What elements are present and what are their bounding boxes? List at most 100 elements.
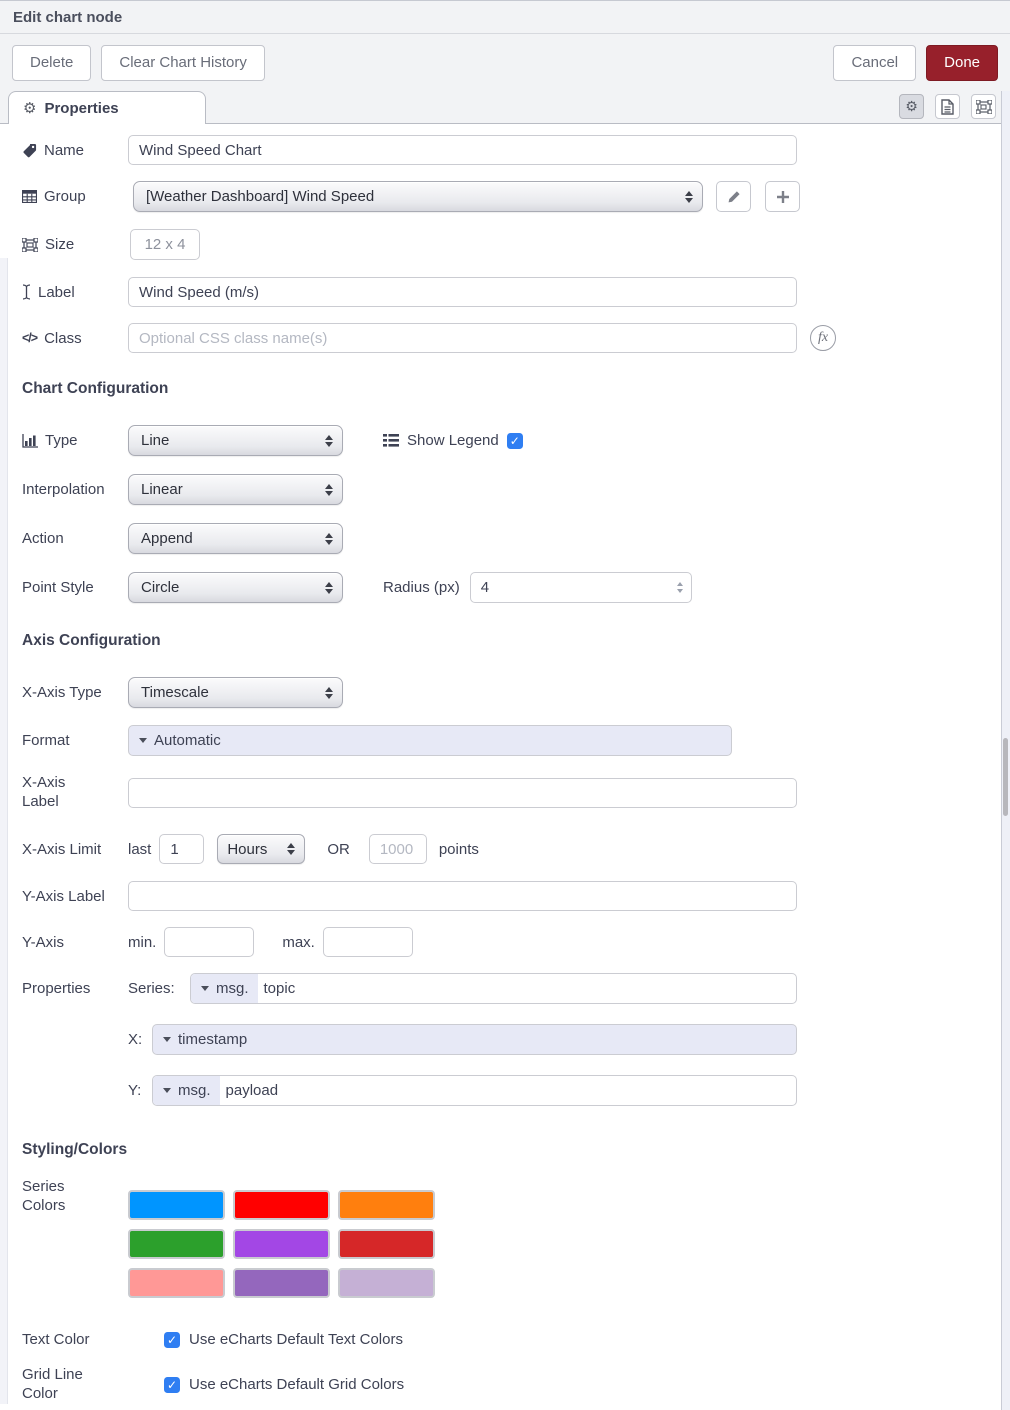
color-swatch-6[interactable] xyxy=(338,1229,435,1259)
type-label: Type xyxy=(45,432,78,449)
y-prop-value: payload xyxy=(220,1082,287,1099)
x-axis-type-label: X-Axis Type xyxy=(22,684,102,701)
tab-properties[interactable]: ⚙ Properties xyxy=(8,91,206,124)
limit-unit-select[interactable]: Hours xyxy=(217,834,305,864)
code-icon: </> xyxy=(22,331,37,345)
group-select-value: [Weather Dashboard] Wind Speed xyxy=(146,188,374,205)
tab-properties-label: Properties xyxy=(44,100,118,117)
radius-input-wrap xyxy=(470,572,692,603)
properties-panel: Name Group [Weather Dashboard] Wind Spee… xyxy=(0,135,1010,1404)
y-axis-label-group: Y-Axis xyxy=(22,934,128,951)
action-select[interactable]: Append xyxy=(128,523,343,554)
type-select[interactable]: Line xyxy=(128,425,343,456)
y-axis-label: Y-Axis xyxy=(22,934,64,951)
interpolation-select-value: Linear xyxy=(141,481,183,498)
grid-color-checkbox[interactable]: ✓ xyxy=(164,1377,180,1393)
size-label: Size xyxy=(45,236,74,253)
y-axis-min-input[interactable] xyxy=(164,927,254,957)
chevron-down-icon xyxy=(163,1088,171,1093)
action-label: Action xyxy=(22,530,64,547)
chevron-down-icon xyxy=(201,986,209,991)
color-swatch-1[interactable] xyxy=(128,1190,225,1220)
chart-config-heading: Chart Configuration xyxy=(22,380,1010,398)
interpolation-select[interactable]: Linear xyxy=(128,474,343,505)
y-axis-label-input[interactable] xyxy=(128,881,797,911)
color-swatch-7[interactable] xyxy=(128,1268,225,1298)
series-colors-label: Series Colors xyxy=(22,1178,82,1216)
y-axis-max-input[interactable] xyxy=(323,927,413,957)
x-axis-label-label-group: X-Axis Label xyxy=(22,774,128,812)
y-typed-prefix[interactable]: msg. xyxy=(153,1076,220,1105)
series-typed-input[interactable]: msg. topic xyxy=(190,973,797,1004)
series-properties-label-group: Properties xyxy=(22,980,128,997)
type-select-value: Line xyxy=(141,432,169,449)
node-settings-button[interactable]: ⚙ xyxy=(899,94,924,119)
done-button[interactable]: Done xyxy=(926,45,998,81)
points-label: points xyxy=(439,841,479,858)
show-legend-checkbox[interactable]: ✓ xyxy=(507,433,523,449)
clear-chart-history-button[interactable]: Clear Chart History xyxy=(101,45,265,81)
node-appearance-button[interactable] xyxy=(971,94,996,119)
color-swatch-5[interactable] xyxy=(233,1229,330,1259)
class-input[interactable] xyxy=(128,323,797,353)
select-arrows-icon xyxy=(325,484,333,496)
x-axis-limit-label: X-Axis Limit xyxy=(22,841,101,858)
select-arrows-icon xyxy=(287,843,295,855)
chevron-down-icon xyxy=(139,738,147,743)
scrollbar-thumb[interactable] xyxy=(1003,738,1008,816)
left-gutter xyxy=(0,258,8,1404)
radius-input[interactable] xyxy=(481,579,677,596)
tag-icon xyxy=(22,143,37,158)
x-axis-type-select[interactable]: Timescale xyxy=(128,677,343,708)
format-label: Format xyxy=(22,732,70,749)
cancel-button[interactable]: Cancel xyxy=(833,45,916,81)
vertical-scrollbar[interactable] xyxy=(1001,91,1010,1410)
spinner-icon[interactable] xyxy=(677,582,683,593)
gear-icon: ⚙ xyxy=(905,98,918,115)
tab-bar: ⚙ Properties ⚙ xyxy=(0,91,1010,124)
limit-points-input[interactable] xyxy=(369,834,427,864)
color-swatch-4[interactable] xyxy=(128,1229,225,1259)
y-axis-label-label-group: Y-Axis Label xyxy=(22,888,128,905)
delete-button[interactable]: Delete xyxy=(12,45,91,81)
edit-group-button[interactable] xyxy=(716,181,751,212)
y-typed-input[interactable]: msg. payload xyxy=(152,1075,797,1106)
grid-color-checkbox-label: Use eCharts Default Grid Colors xyxy=(189,1376,404,1393)
x-axis-label-input[interactable] xyxy=(128,778,797,808)
gear-icon: ⚙ xyxy=(23,101,36,116)
series-prefix-label: msg. xyxy=(216,980,249,997)
grid-color-label: Grid Line Color xyxy=(22,1366,92,1404)
point-style-label-group: Point Style xyxy=(22,579,128,596)
color-swatch-3[interactable] xyxy=(338,1190,435,1220)
label-input[interactable] xyxy=(128,277,797,307)
add-group-button[interactable] xyxy=(765,181,800,212)
point-style-label: Point Style xyxy=(22,579,94,596)
point-style-select[interactable]: Circle xyxy=(128,572,343,603)
color-swatch-2[interactable] xyxy=(233,1190,330,1220)
format-typed-input[interactable]: Automatic xyxy=(128,725,732,756)
size-button[interactable]: 12 x 4 xyxy=(130,229,200,260)
node-description-button[interactable] xyxy=(935,94,960,119)
action-select-value: Append xyxy=(141,530,193,547)
x-prop-label: X: xyxy=(128,1031,152,1048)
action-label-group: Action xyxy=(22,530,128,547)
show-legend-label: Show Legend xyxy=(407,432,499,449)
text-color-checkbox[interactable]: ✓ xyxy=(164,1332,180,1348)
x-axis-label-label: X-Axis Label xyxy=(22,774,80,812)
color-swatch-9[interactable] xyxy=(338,1268,435,1298)
name-input[interactable] xyxy=(128,135,797,165)
radius-label: Radius (px) xyxy=(383,579,460,596)
select-arrows-icon xyxy=(685,191,693,203)
dialog-toolbar: Delete Clear Chart History Cancel Done xyxy=(0,34,1010,91)
name-label: Name xyxy=(44,142,84,159)
series-value: topic xyxy=(258,980,304,997)
y-prop-label: Y: xyxy=(128,1082,152,1099)
select-arrows-icon xyxy=(325,533,333,545)
series-typed-prefix[interactable]: msg. xyxy=(191,974,258,1003)
group-select[interactable]: [Weather Dashboard] Wind Speed xyxy=(133,181,703,212)
x-typed-input[interactable]: timestamp xyxy=(152,1024,797,1055)
limit-last-input[interactable] xyxy=(159,834,204,864)
fx-icon: fx xyxy=(810,325,836,351)
color-swatch-8[interactable] xyxy=(233,1268,330,1298)
format-typed-prefix: Automatic xyxy=(129,726,230,755)
